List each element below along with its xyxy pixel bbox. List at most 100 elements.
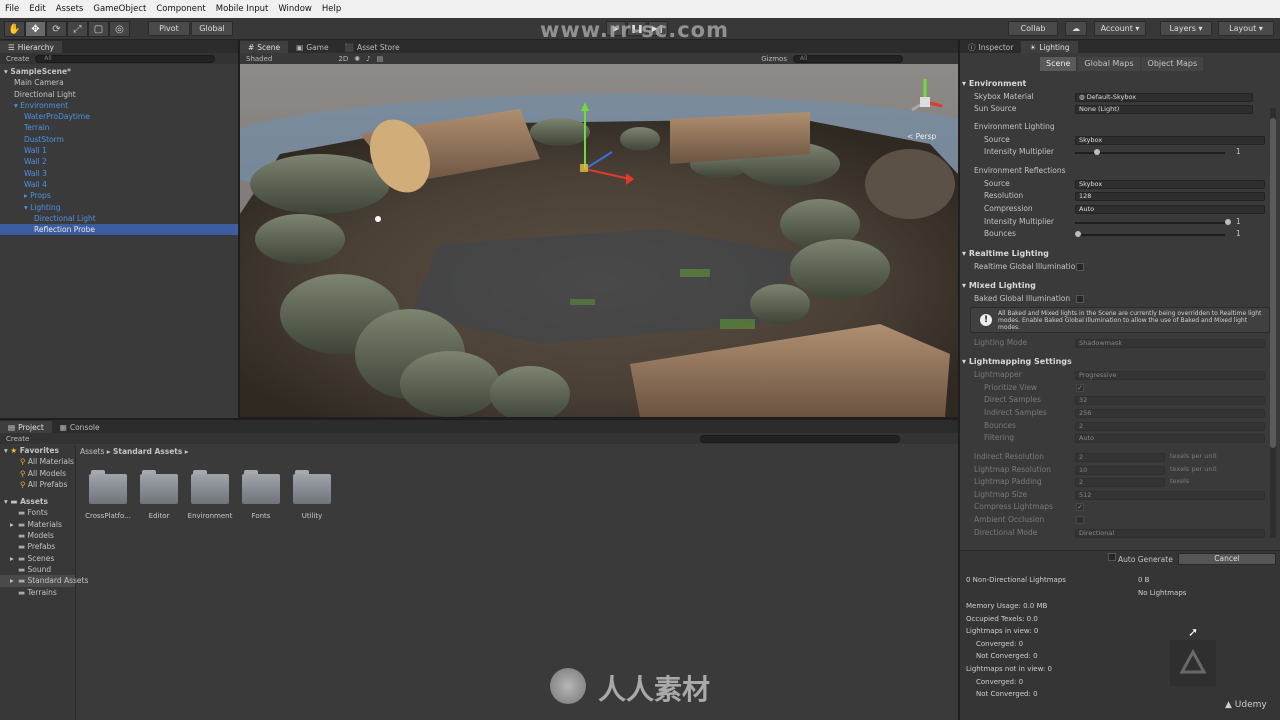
asset-folder-item[interactable]: ▬ Fonts bbox=[0, 507, 75, 518]
bounces-slider[interactable] bbox=[1075, 234, 1225, 236]
ref-source-dropdown[interactable]: Skybox bbox=[1075, 180, 1265, 189]
effects-toggle-icon[interactable]: ▤ bbox=[377, 55, 384, 63]
hierarchy-item[interactable]: ▾ Lighting bbox=[0, 202, 238, 213]
favorite-item[interactable]: ⚲ All Prefabs bbox=[0, 479, 75, 490]
expand-arrow-icon[interactable] bbox=[10, 541, 18, 552]
project-create-button[interactable]: Create bbox=[6, 435, 29, 443]
move-tool-icon[interactable]: ✥ bbox=[25, 21, 46, 37]
folder-icon[interactable] bbox=[140, 470, 178, 504]
lightmapping-row-field[interactable]: 32 bbox=[1075, 396, 1265, 405]
expand-arrow-icon[interactable] bbox=[10, 530, 18, 541]
resolution-dropdown[interactable]: 128 bbox=[1075, 192, 1265, 201]
expand-arrow-icon[interactable]: ▸ bbox=[10, 575, 18, 586]
scale-tool-icon[interactable]: ⤢ bbox=[67, 21, 88, 37]
shading-dropdown[interactable]: Shaded bbox=[246, 55, 272, 63]
bounces-knob[interactable] bbox=[1075, 231, 1081, 237]
hierarchy-item[interactable]: ▸ Props bbox=[0, 190, 238, 201]
hand-tool-icon[interactable]: ✋ bbox=[4, 21, 25, 37]
hierarchy-item[interactable]: Wall 4 bbox=[0, 179, 238, 190]
environment-header[interactable]: ▾ Environment bbox=[962, 79, 1280, 91]
cloud-icon[interactable]: ☁ bbox=[1065, 21, 1087, 36]
folder-icon[interactable] bbox=[191, 470, 229, 504]
ref-intensity-value[interactable]: 1 bbox=[1236, 217, 1241, 226]
inspector-scrollbar[interactable] bbox=[1270, 108, 1276, 538]
cancel-button[interactable]: Cancel bbox=[1178, 553, 1276, 565]
menu-gameobject[interactable]: GameObject bbox=[88, 4, 151, 14]
lightmapping-row-field[interactable]: 2 bbox=[1075, 453, 1165, 462]
lightmapping-header[interactable]: ▾ Lightmapping Settings bbox=[962, 357, 1280, 369]
project-search-input[interactable] bbox=[700, 434, 901, 443]
account-button[interactable]: Account ▾ bbox=[1094, 21, 1146, 36]
tab-console[interactable]: ▦ Console bbox=[52, 421, 108, 433]
folder-label[interactable]: Utility bbox=[282, 512, 342, 520]
audio-toggle-icon[interactable]: ♪ bbox=[366, 55, 370, 63]
gizmos-dropdown[interactable]: Gizmos bbox=[761, 55, 787, 63]
lightmapping-row-field[interactable]: 256 bbox=[1075, 409, 1265, 418]
menu-component[interactable]: Component bbox=[151, 4, 210, 14]
asset-folder-item[interactable]: ▸ ▬ Scenes bbox=[0, 553, 75, 564]
favorite-item[interactable]: ⚲ All Materials bbox=[0, 456, 75, 467]
expand-arrow-icon[interactable] bbox=[10, 507, 18, 518]
asset-folder-item[interactable]: ▸ ▬ Materials bbox=[0, 519, 75, 530]
layout-button[interactable]: Layout ▾ bbox=[1218, 21, 1274, 36]
env-intensity-value[interactable]: 1 bbox=[1236, 147, 1241, 156]
hierarchy-item[interactable]: Wall 3 bbox=[0, 168, 238, 179]
menu-window[interactable]: Window bbox=[273, 4, 317, 14]
asset-folder-item[interactable]: ▸ ▬ Standard Assets bbox=[0, 575, 88, 587]
skybox-field[interactable]: ◍ Default-Skybox bbox=[1075, 93, 1253, 102]
lightmapping-row-field[interactable]: Directional bbox=[1075, 529, 1265, 538]
baked-gi-checkbox[interactable] bbox=[1076, 295, 1084, 303]
tab-game[interactable]: ▣ Game bbox=[288, 41, 336, 53]
subtab-object-maps[interactable]: Object Maps bbox=[1141, 57, 1204, 71]
hierarchy-item[interactable]: Directional Light bbox=[0, 213, 238, 224]
folder-icon[interactable] bbox=[293, 470, 331, 504]
expand-arrow-icon[interactable]: ▸ bbox=[10, 553, 18, 564]
hierarchy-item[interactable]: Directional Light bbox=[0, 89, 238, 100]
hierarchy-item[interactable]: ▾ SampleScene* bbox=[0, 66, 238, 77]
favorites-header[interactable]: ▾ ★ Favorites bbox=[0, 445, 75, 456]
hierarchy-item[interactable]: WaterProDaytime bbox=[0, 111, 238, 122]
tab-asset-store[interactable]: ⬛ Asset Store bbox=[337, 41, 408, 53]
global-button[interactable]: Global bbox=[191, 21, 233, 36]
lightmapping-row-checkbox[interactable]: ✓ bbox=[1076, 384, 1084, 392]
hierarchy-item[interactable]: Wall 1 bbox=[0, 145, 238, 156]
hierarchy-item[interactable]: Main Camera bbox=[0, 77, 238, 88]
ref-intensity-slider[interactable] bbox=[1075, 222, 1225, 224]
collab-button[interactable]: Collab bbox=[1008, 21, 1058, 36]
hierarchy-item[interactable]: Wall 2 bbox=[0, 156, 238, 167]
asset-folder-item[interactable]: ▬ Terrains bbox=[0, 587, 75, 598]
breadcrumb-current[interactable]: Standard Assets bbox=[113, 447, 182, 456]
expand-arrow-icon[interactable]: ▸ bbox=[10, 519, 18, 530]
hierarchy-item[interactable]: ▾ Environment bbox=[0, 100, 238, 111]
hierarchy-create-button[interactable]: Create bbox=[6, 55, 29, 63]
lightmapping-row-checkbox[interactable] bbox=[1076, 516, 1084, 524]
lightmapping-row-field[interactable]: 10 bbox=[1075, 466, 1165, 475]
hierarchy-item[interactable]: DustStorm bbox=[0, 134, 238, 145]
auto-generate-checkbox[interactable] bbox=[1108, 553, 1116, 561]
breadcrumb-root[interactable]: Assets bbox=[80, 447, 104, 456]
menu-help[interactable]: Help bbox=[317, 4, 346, 14]
lightmapping-row-field[interactable]: Progressive bbox=[1075, 371, 1265, 380]
env-source-dropdown[interactable]: Skybox bbox=[1075, 136, 1265, 145]
menu-assets[interactable]: Assets bbox=[51, 4, 89, 14]
rotate-tool-icon[interactable]: ⟳ bbox=[46, 21, 67, 37]
menu-edit[interactable]: Edit bbox=[24, 4, 50, 14]
hierarchy-item[interactable]: Terrain bbox=[0, 122, 238, 133]
tab-inspector[interactable]: ⓘ Inspector bbox=[960, 41, 1021, 53]
tab-project[interactable]: ▤ Project bbox=[0, 421, 52, 433]
scene-viewport[interactable]: < Persp bbox=[240, 64, 958, 417]
inspector-scroll-thumb[interactable] bbox=[1270, 118, 1276, 448]
realtime-gi-checkbox[interactable] bbox=[1076, 263, 1084, 271]
light-toggle-icon[interactable]: ✺ bbox=[354, 55, 360, 63]
folder-icon[interactable] bbox=[242, 470, 280, 504]
subtab-global-maps[interactable]: Global Maps bbox=[1078, 57, 1140, 71]
ref-intensity-knob[interactable] bbox=[1225, 219, 1231, 225]
menu-file[interactable]: File bbox=[0, 4, 24, 14]
pivot-button[interactable]: Pivot bbox=[148, 21, 190, 36]
mode-2d-button[interactable]: 2D bbox=[338, 55, 348, 63]
scene-search-input[interactable]: All bbox=[792, 54, 903, 63]
compression-dropdown[interactable]: Auto bbox=[1075, 205, 1265, 214]
persp-label[interactable]: < Persp bbox=[907, 132, 936, 141]
lightmapping-row-checkbox[interactable]: ✓ bbox=[1076, 503, 1084, 511]
subtab-scene[interactable]: Scene bbox=[1040, 57, 1077, 71]
